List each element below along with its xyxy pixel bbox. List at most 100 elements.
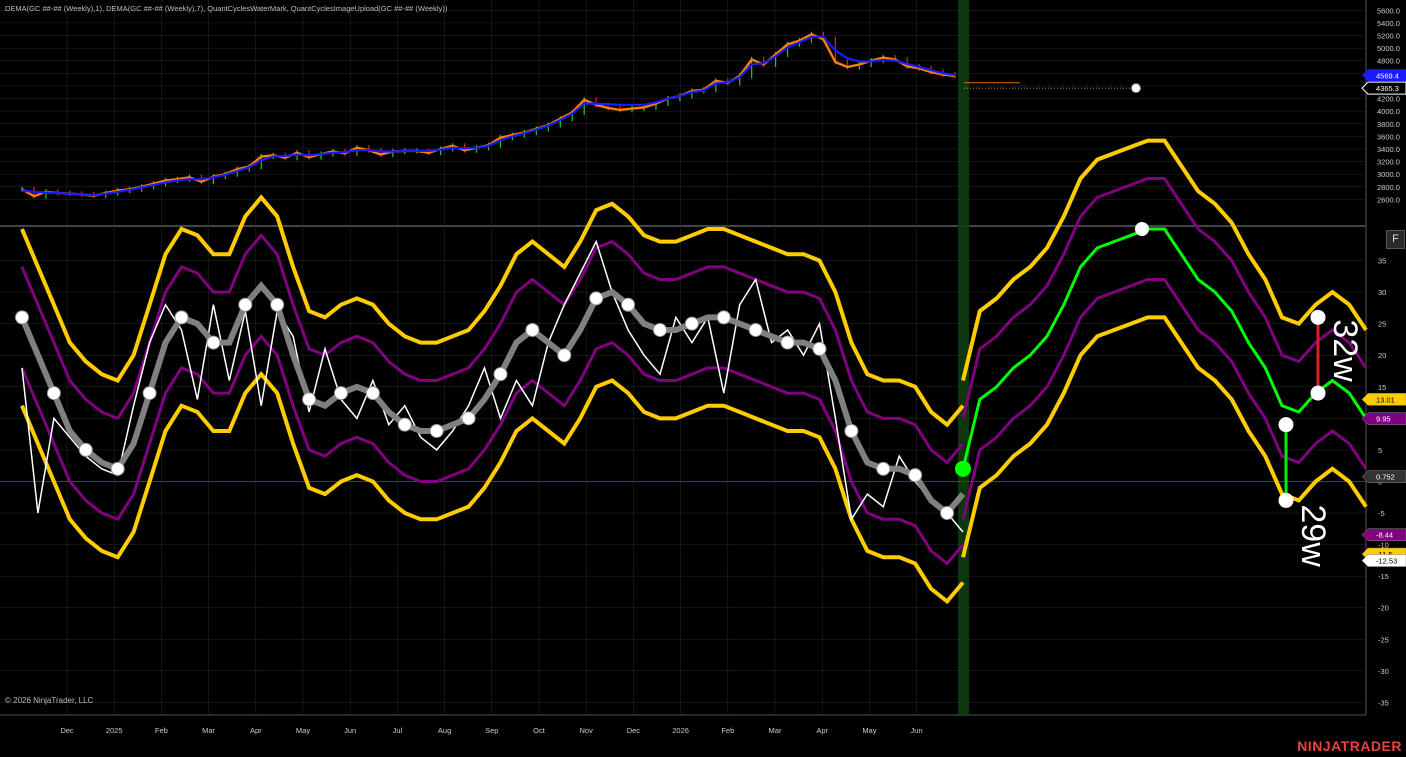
indicators-header: DEMA(GC ##-## (Weekly),1), DEMA(GC ##-##… <box>5 4 448 13</box>
projection-start-marker <box>955 460 971 477</box>
price-tick-label: 4800.0 <box>1377 57 1400 66</box>
cycle-point <box>365 386 380 401</box>
cycle-point <box>940 506 955 521</box>
cycle-point <box>780 335 795 350</box>
time-tick-label: Jul <box>393 726 403 735</box>
time-tick-label: Dec <box>627 726 641 735</box>
price-tick-label: 4000.0 <box>1377 107 1400 116</box>
cycle-tick-label: -35 <box>1378 698 1389 707</box>
cycle-length-top <box>1310 309 1326 325</box>
time-tick-label: Jun <box>911 726 923 735</box>
cycle-point <box>15 310 29 325</box>
cycle-point <box>333 386 348 401</box>
cycle-point <box>206 335 221 350</box>
price-tick-label: 3600.0 <box>1377 132 1400 141</box>
cycle-point <box>302 392 317 407</box>
time-tick-label: Feb <box>721 726 734 735</box>
cycle-tick-label: -20 <box>1378 604 1389 613</box>
cycle-length-bottom <box>1310 385 1326 401</box>
cycle-tick-label: 15 <box>1378 383 1386 392</box>
price-tick-label: 5200.0 <box>1377 32 1400 41</box>
price-tick-label: 3400.0 <box>1377 145 1400 154</box>
time-tick-label: Mar <box>202 726 215 735</box>
cycle-point <box>142 386 157 401</box>
cycle-point <box>652 322 667 337</box>
cycle-tick-label: 25 <box>1378 320 1386 329</box>
cycle-tag-text: 9.95 <box>1376 415 1391 424</box>
cycle-point <box>525 322 540 337</box>
cycle-point <box>621 297 636 312</box>
cycle-point <box>174 310 189 325</box>
price-tick-label: 5400.0 <box>1377 19 1400 28</box>
price-tag-text: 4365.3 <box>1376 84 1399 93</box>
time-tick-label: Feb <box>155 726 168 735</box>
cycle-length-top <box>1278 417 1294 433</box>
cycle-tick-label: 5 <box>1378 446 1382 455</box>
price-tick-label: 4200.0 <box>1377 95 1400 104</box>
ninjatrader-logo: NINJATRADER <box>1297 738 1402 754</box>
price-tick-label: 3200.0 <box>1377 158 1400 167</box>
price-value-tag: 4365.3 <box>1361 81 1406 95</box>
cycle-tick-label: -15 <box>1378 572 1389 581</box>
time-tick-label: Aug <box>438 726 451 735</box>
price-tick-label: 5600.0 <box>1377 6 1400 15</box>
dema-fast-line <box>21 32 956 198</box>
cycle-point <box>844 423 859 438</box>
time-tick-label: May <box>296 726 310 735</box>
cycle-length-label: 32w <box>1326 319 1364 382</box>
cycle-point <box>46 386 61 401</box>
cycle-point <box>78 442 93 457</box>
time-tick-label: Sep <box>485 726 498 735</box>
cycle-point <box>908 468 923 483</box>
price-value-tag: 4569.4 <box>1362 69 1406 82</box>
time-tick-label: 2025 <box>106 726 123 735</box>
price-tick-label: 2800.0 <box>1377 183 1400 192</box>
cycle-point <box>397 417 412 432</box>
cycle-tick-label: -25 <box>1378 635 1389 644</box>
cycle-value-tag: -12.53 <box>1361 554 1406 567</box>
time-tick-label: Nov <box>580 726 594 735</box>
time-tick-label: Apr <box>816 726 828 735</box>
cycle-point <box>684 316 699 331</box>
cycle-tag-text: -12.53 <box>1376 557 1397 566</box>
time-tick-label: Dec <box>60 726 74 735</box>
cycle-tick-label: -5 <box>1378 509 1385 518</box>
cycle-length-bottom <box>1278 492 1294 508</box>
projection-line <box>961 227 1368 470</box>
cycle-point <box>589 291 604 306</box>
copyright-text: © 2026 NinjaTrader, LLC <box>5 696 94 705</box>
price-tick-label: 3000.0 <box>1377 170 1400 179</box>
chart-canvas: 5600.05400.05200.05000.04800.04600.04400… <box>0 0 1406 735</box>
time-tick-label: 2026 <box>672 726 689 735</box>
price-tick-label: 3800.0 <box>1377 120 1400 129</box>
time-tick-label: Oct <box>533 726 546 735</box>
cycle-tag-text: -8.44 <box>1376 531 1393 540</box>
cycle-point <box>461 411 476 426</box>
cycle-length-label: 29w <box>1294 504 1332 567</box>
projection-peak-marker <box>1135 222 1149 236</box>
cycle-value-tag: 9.95 <box>1361 412 1406 425</box>
cycle-point <box>270 297 285 312</box>
cycle-point <box>429 423 444 438</box>
cycle-tag-text: 0.752 <box>1376 473 1395 482</box>
time-tick-label: Mar <box>769 726 782 735</box>
cycle-point <box>876 461 891 476</box>
panel-f-button[interactable]: F <box>1386 230 1405 249</box>
cycle-point <box>110 461 125 476</box>
cycle-tick-label: 20 <box>1378 351 1386 360</box>
cycle-tick-label: 35 <box>1378 257 1386 266</box>
cycle-point <box>748 322 763 337</box>
cycle-point <box>238 297 253 312</box>
cycle-tick-label: 30 <box>1378 288 1386 297</box>
cycle-tick-label: -30 <box>1378 667 1389 676</box>
cycle-point <box>812 341 827 356</box>
cycle-point <box>493 367 508 382</box>
time-tick-label: Apr <box>250 726 262 735</box>
cycle-point <box>716 310 731 325</box>
time-tick-label: May <box>862 726 876 735</box>
projection-inner-upper <box>961 177 1368 419</box>
price-tick-label: 2600.0 <box>1377 195 1400 204</box>
cycle-tag-text: 13.01 <box>1376 395 1395 404</box>
cycle-value-tag: 0.752 <box>1361 470 1406 483</box>
band-outer-lower <box>20 371 965 605</box>
